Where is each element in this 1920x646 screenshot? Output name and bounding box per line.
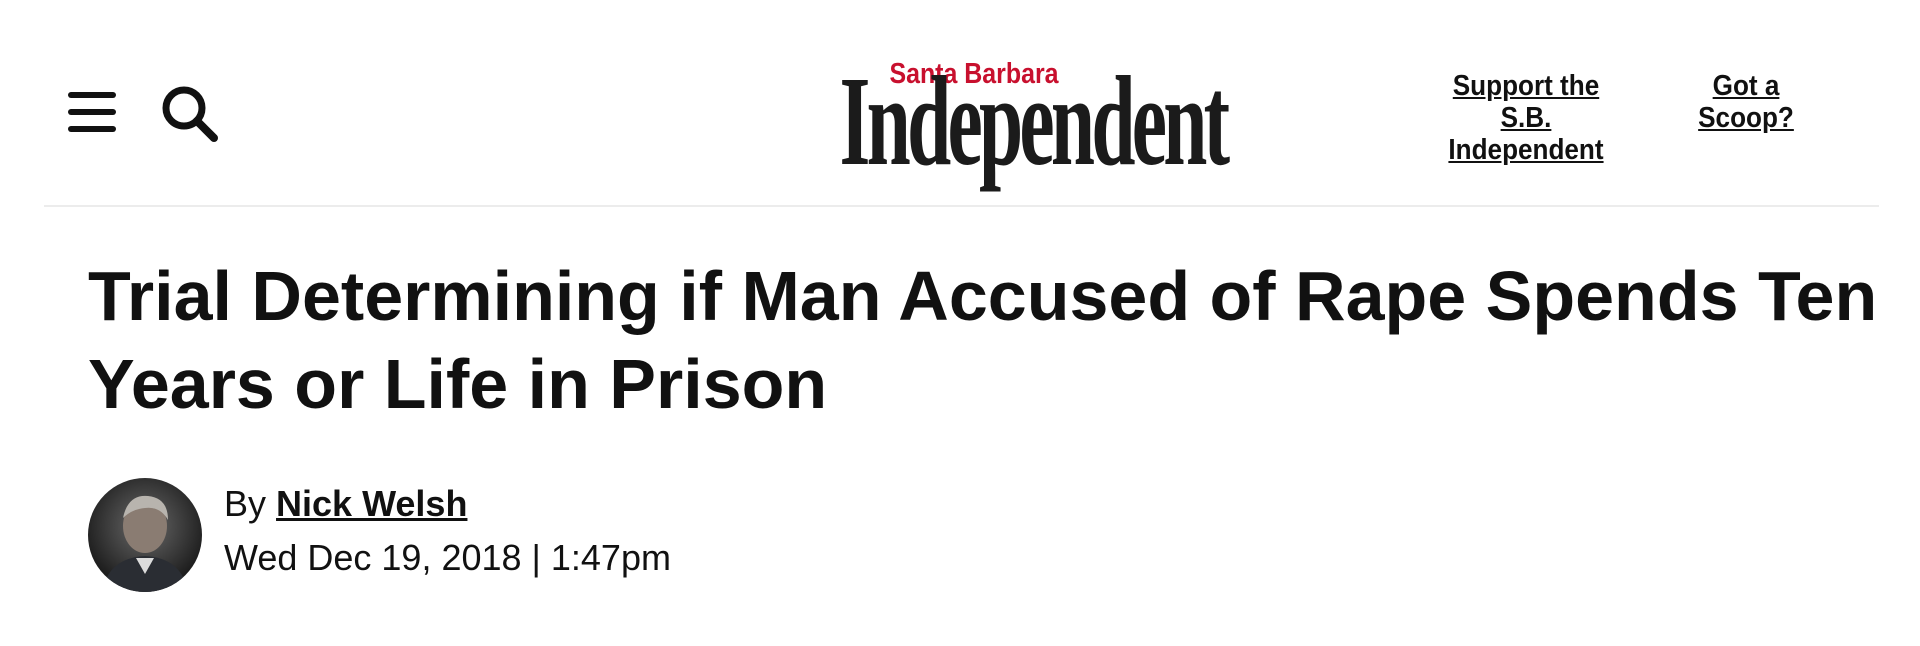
search-icon[interactable]: [158, 82, 222, 146]
menu-bar: [68, 92, 116, 98]
publish-date: Wed Dec 19, 2018 | 1:47pm: [224, 537, 671, 578]
hamburger-menu-icon[interactable]: [64, 86, 120, 138]
logo-wordmark: Independent: [839, 50, 1231, 192]
got-a-scoop-link[interactable]: Got a Scoop?: [1687, 70, 1806, 134]
byline: By Nick Welsh: [224, 482, 467, 526]
header-divider: [44, 205, 1879, 207]
article-title: Trial Determining if Man Accused of Rape…: [88, 257, 1878, 423]
support-link[interactable]: Support the S.B. Independent: [1438, 70, 1614, 166]
site-logo[interactable]: Santa Barbara Independent: [764, 50, 1231, 192]
author-link[interactable]: Nick Welsh: [276, 483, 467, 524]
byline-prefix: By: [224, 483, 267, 524]
site-header: Santa Barbara Independent Support the S.…: [0, 0, 1920, 206]
menu-bar: [68, 126, 116, 132]
avatar-portrait: [102, 495, 188, 592]
menu-bar: [68, 109, 116, 115]
author-avatar[interactable]: [88, 478, 202, 592]
author-byline-block: By Nick Welsh Wed Dec 19, 2018 | 1:47pm: [88, 478, 988, 594]
search-icon-graphic: [162, 86, 218, 142]
